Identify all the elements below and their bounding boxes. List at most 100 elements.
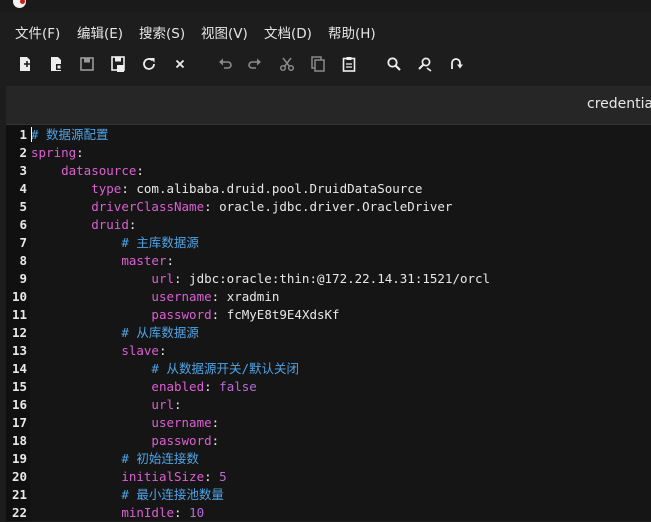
new-template-button[interactable] bbox=[45, 53, 67, 75]
line-content: enabled: false bbox=[31, 378, 256, 396]
code-line[interactable]: 5 driverClassName: oracle.jdbc.driver.Or… bbox=[6, 198, 651, 216]
code-line[interactable]: 16 url: bbox=[6, 396, 651, 414]
line-content: slave: bbox=[31, 342, 166, 360]
line-content: url: jdbc:oracle:thin:@172.22.14.31:1521… bbox=[31, 270, 490, 288]
menu-file[interactable]: 文件(F) bbox=[15, 22, 60, 42]
close-button[interactable] bbox=[169, 53, 191, 75]
code-line[interactable]: 21 # 最小连接池数量 bbox=[6, 486, 651, 504]
yaml-value: : bbox=[174, 505, 190, 520]
yaml-value: : xradmin bbox=[211, 289, 280, 304]
jump-to-line-button[interactable] bbox=[445, 53, 467, 75]
code-line[interactable]: 15 enabled: false bbox=[6, 378, 651, 396]
yaml-value: : bbox=[158, 343, 167, 358]
undo-button[interactable] bbox=[214, 53, 236, 75]
save-button[interactable] bbox=[76, 53, 98, 75]
code-line[interactable]: 12 # 从库数据源 bbox=[6, 324, 651, 342]
new-template-icon bbox=[51, 57, 62, 71]
line-content: datasource: bbox=[31, 162, 144, 180]
new-file-icon bbox=[20, 57, 30, 71]
new-file-button[interactable] bbox=[14, 53, 36, 75]
line-content: # 从数据源开关/默认关闭 bbox=[31, 360, 299, 378]
code-line[interactable]: 3 datasource: bbox=[6, 162, 651, 180]
code-line[interactable]: 10 username: xradmin bbox=[6, 288, 651, 306]
menu-search[interactable]: 搜索(S) bbox=[139, 22, 185, 42]
code-comment: # 数据源配置 bbox=[31, 127, 109, 142]
yaml-value: : bbox=[76, 145, 84, 160]
yaml-value: : fcMyE8t9E4XdsKf bbox=[211, 307, 340, 322]
tab-credentials[interactable]: credentials bbox=[587, 96, 651, 112]
yaml-key: type bbox=[91, 181, 122, 196]
menu-help[interactable]: 帮助(H) bbox=[328, 22, 376, 42]
menu-bar: 文件(F) 编辑(E) 搜索(S) 视图(V) 文档(D) 帮助(H) bbox=[0, 14, 651, 48]
redo-button[interactable] bbox=[244, 53, 266, 75]
title-bar bbox=[0, 0, 651, 12]
reload-button[interactable] bbox=[138, 53, 160, 75]
line-content: password: fcMyE8t9E4XdsKf bbox=[31, 306, 340, 324]
copy-icon bbox=[311, 56, 325, 72]
code-line[interactable]: 13 slave: bbox=[6, 342, 651, 360]
line-content: username: bbox=[31, 414, 219, 432]
save-all-button[interactable] bbox=[107, 53, 129, 75]
line-content: url: bbox=[31, 396, 181, 414]
code-line[interactable]: 18 password: bbox=[6, 432, 651, 450]
code-line[interactable]: 8 master: bbox=[6, 252, 651, 270]
paste-button[interactable] bbox=[338, 53, 360, 75]
yaml-key: initialSize bbox=[121, 469, 205, 484]
code-line[interactable]: 19 # 初始连接数 bbox=[6, 450, 651, 468]
copy-button[interactable] bbox=[307, 53, 329, 75]
code-comment: # 主库数据源 bbox=[121, 235, 199, 250]
yaml-key: password bbox=[151, 433, 212, 448]
code-line[interactable]: 20 initialSize: 5 bbox=[6, 468, 651, 486]
code-editor[interactable]: 1 # 数据源配置 2 spring: 3 datasource: 4 type: com… bbox=[6, 124, 651, 521]
save-icon bbox=[80, 57, 94, 71]
find-button[interactable] bbox=[383, 53, 405, 75]
code-line[interactable]: 17 username: bbox=[6, 414, 651, 432]
text-cursor bbox=[31, 127, 32, 142]
code-line[interactable]: 1 # 数据源配置 bbox=[6, 126, 651, 144]
yaml-key: url bbox=[151, 397, 174, 412]
menu-view[interactable]: 视图(V) bbox=[201, 22, 248, 42]
yaml-key: minIdle bbox=[121, 505, 174, 520]
line-number: 22 bbox=[11, 505, 27, 520]
code-line[interactable]: 22 minIdle: 10 bbox=[6, 504, 651, 522]
cut-button[interactable] bbox=[276, 53, 298, 75]
line-content: minIdle: 10 bbox=[31, 504, 204, 522]
yaml-key: master bbox=[121, 253, 167, 268]
code-line[interactable]: 14 # 从数据源开关/默认关闭 bbox=[6, 360, 651, 378]
toolbar bbox=[0, 48, 651, 82]
yaml-value: : bbox=[204, 379, 220, 394]
reload-icon bbox=[143, 58, 155, 70]
code-line[interactable]: 2 spring: bbox=[6, 144, 651, 162]
line-number: 19 bbox=[11, 451, 27, 466]
line-content: password: bbox=[31, 432, 219, 450]
code-line[interactable]: 4 type: com.alibaba.druid.pool.DruidData… bbox=[6, 180, 651, 198]
line-number: 10 bbox=[11, 289, 27, 304]
line-number: 14 bbox=[11, 361, 27, 376]
code-line[interactable]: 6 druid: bbox=[6, 216, 651, 234]
yaml-value: : jdbc:oracle:thin:@172.22.14.31:1521/or… bbox=[174, 271, 491, 286]
code-line[interactable]: 7 # 主库数据源 bbox=[6, 234, 651, 252]
menu-edit[interactable]: 编辑(E) bbox=[77, 22, 123, 42]
code-line[interactable]: 9 url: jdbc:oracle:thin:@172.22.14.31:15… bbox=[6, 270, 651, 288]
line-number: 16 bbox=[11, 397, 27, 412]
line-number: 21 bbox=[11, 487, 27, 502]
yaml-key: druid bbox=[91, 217, 129, 232]
menu-document[interactable]: 文档(D) bbox=[264, 22, 312, 42]
code-line[interactable]: 11 password: fcMyE8t9E4XdsKf bbox=[6, 306, 651, 324]
line-content: type: com.alibaba.druid.pool.DruidDataSo… bbox=[31, 180, 422, 198]
line-number: 11 bbox=[11, 307, 27, 322]
line-number: 13 bbox=[11, 343, 27, 358]
line-number: 2 bbox=[19, 145, 27, 160]
jump-icon bbox=[451, 58, 463, 69]
find-replace-button[interactable] bbox=[414, 53, 436, 75]
save-all-icon bbox=[111, 56, 125, 72]
